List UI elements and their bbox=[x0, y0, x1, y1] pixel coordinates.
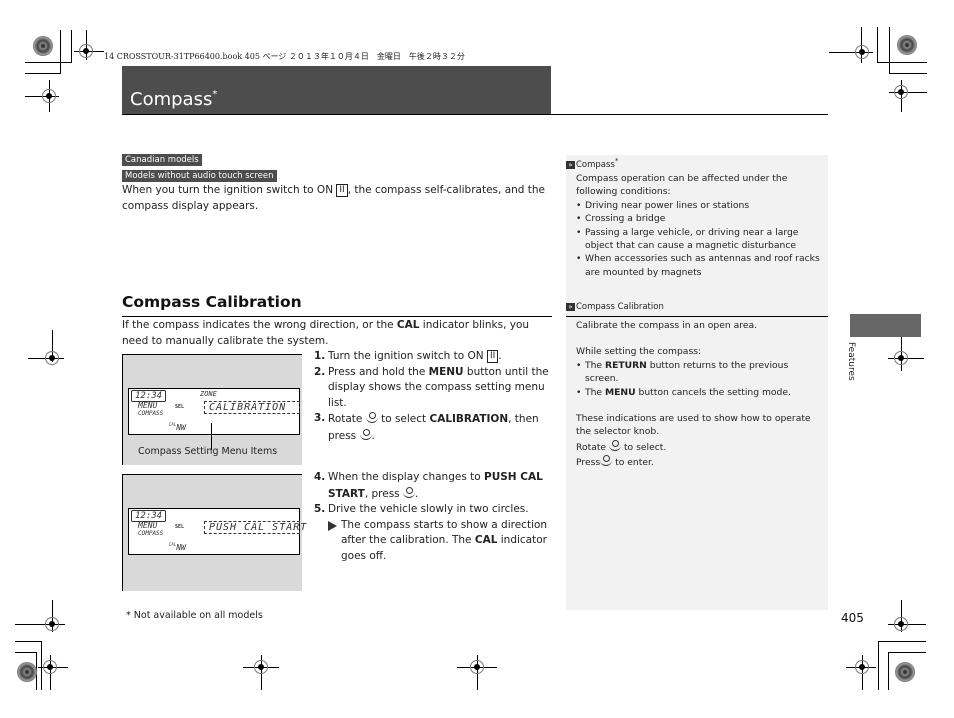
registration-mark-icon bbox=[45, 617, 59, 631]
step-2: 2. Press and hold the MENU button until t… bbox=[314, 365, 549, 409]
sidebar-compass-text: Compass operation can be affected under … bbox=[576, 172, 824, 279]
tag-canadian-models: Canadian models bbox=[122, 154, 202, 166]
color-rosette-icon bbox=[17, 662, 37, 682]
registration-mark-icon bbox=[45, 351, 59, 365]
press-knob-icon bbox=[600, 454, 613, 467]
press-knob-icon bbox=[359, 428, 372, 440]
steps-list-b: 4. When the display changes to PUSH CAL S… bbox=[314, 470, 554, 564]
press-knob-icon bbox=[402, 486, 415, 498]
sidebar-calibration-text: Calibrate the compass in an open area. W… bbox=[576, 319, 824, 470]
step-5-result: The compass starts to show a direction a… bbox=[314, 518, 554, 565]
registration-mark-icon bbox=[894, 617, 908, 631]
list-item: The MENU button cancels the setting mode… bbox=[576, 386, 824, 400]
ignition-key-icon: II bbox=[486, 350, 499, 363]
registration-mark-icon bbox=[894, 85, 908, 99]
calibration-intro: If the compass indicates the wrong direc… bbox=[122, 319, 530, 347]
print-header: 14 CROSSTOUR-31TP66400.book 405 ページ ２０１３… bbox=[104, 52, 465, 61]
registration-mark-icon bbox=[470, 660, 484, 674]
illustration-caption: Compass Setting Menu Items bbox=[138, 446, 278, 457]
color-rosette-icon bbox=[33, 36, 53, 56]
sidebar-calibration-head: » Compass Calibration bbox=[566, 302, 664, 312]
footnote-mark: * bbox=[212, 89, 218, 100]
ignition-key-icon: II bbox=[336, 184, 348, 197]
list-item: Driving near power lines or stations bbox=[576, 199, 824, 213]
section-tab bbox=[850, 314, 921, 337]
list-item: Passing a large vehicle, or driving near… bbox=[576, 226, 824, 253]
illustration-push-cal-start: 12:34 MENU COMPASS SEL PUSH CAL START CA… bbox=[122, 474, 306, 591]
registration-mark-icon bbox=[43, 660, 57, 674]
intro-text: When you turn the ignition switch to ON … bbox=[122, 184, 546, 212]
list-item: Crossing a bridge bbox=[576, 212, 824, 226]
registration-mark-icon bbox=[855, 660, 869, 674]
step-4: 4. When the display changes to PUSH CAL S… bbox=[314, 471, 543, 500]
section-tab-label: Features bbox=[846, 342, 856, 381]
registration-mark-icon bbox=[79, 44, 93, 58]
steps-list-a: 1. Turn the ignition switch to ON II. 2. P… bbox=[314, 349, 554, 444]
step-3: 3. Rotate to select CALIBRATION, then pre… bbox=[314, 411, 539, 442]
lcd-display: 12:34 MENU COMPASS SEL PUSH CAL START CA… bbox=[128, 508, 306, 555]
registration-mark-icon bbox=[855, 45, 869, 59]
rotate-knob-icon bbox=[609, 439, 622, 451]
registration-mark-icon bbox=[894, 351, 908, 365]
selector-knob-icon: SEL bbox=[175, 404, 185, 410]
color-rosette-icon bbox=[895, 662, 915, 682]
section-heading: Compass Calibration bbox=[122, 293, 302, 311]
sidebar-compass-head: » Compass* bbox=[566, 156, 618, 170]
step-1: 1. Turn the ignition switch to ON II. bbox=[314, 350, 502, 363]
title-bar: Compass* bbox=[122, 66, 551, 114]
reference-arrow-icon: » bbox=[566, 160, 575, 169]
page-number: 405 bbox=[841, 611, 864, 625]
step-5: 5. Drive the vehicle slowly in two circle… bbox=[314, 503, 529, 515]
section-rule bbox=[122, 316, 552, 317]
list-item: When accessories such as antennas and ro… bbox=[576, 252, 824, 279]
selector-knob-icon: SEL bbox=[175, 524, 185, 530]
tag-models-without-touch-screen: Models without audio touch screen bbox=[122, 170, 277, 182]
reference-arrow-icon: » bbox=[566, 303, 575, 311]
title-rule bbox=[122, 114, 828, 115]
sidebar-rule bbox=[566, 316, 828, 317]
lcd-display: 12:34 MENU COMPASS SEL ZONE CALIBRATION … bbox=[128, 388, 300, 435]
rotate-knob-icon bbox=[365, 411, 378, 423]
color-rosette-icon bbox=[897, 35, 917, 55]
result-arrow-icon bbox=[328, 520, 337, 531]
footnote: * Not available on all models bbox=[126, 610, 263, 621]
registration-mark-icon bbox=[254, 660, 268, 674]
registration-mark-icon bbox=[42, 89, 56, 103]
list-item: The RETURN button returns to the previou… bbox=[576, 359, 824, 386]
page-title: Compass* bbox=[130, 89, 218, 110]
